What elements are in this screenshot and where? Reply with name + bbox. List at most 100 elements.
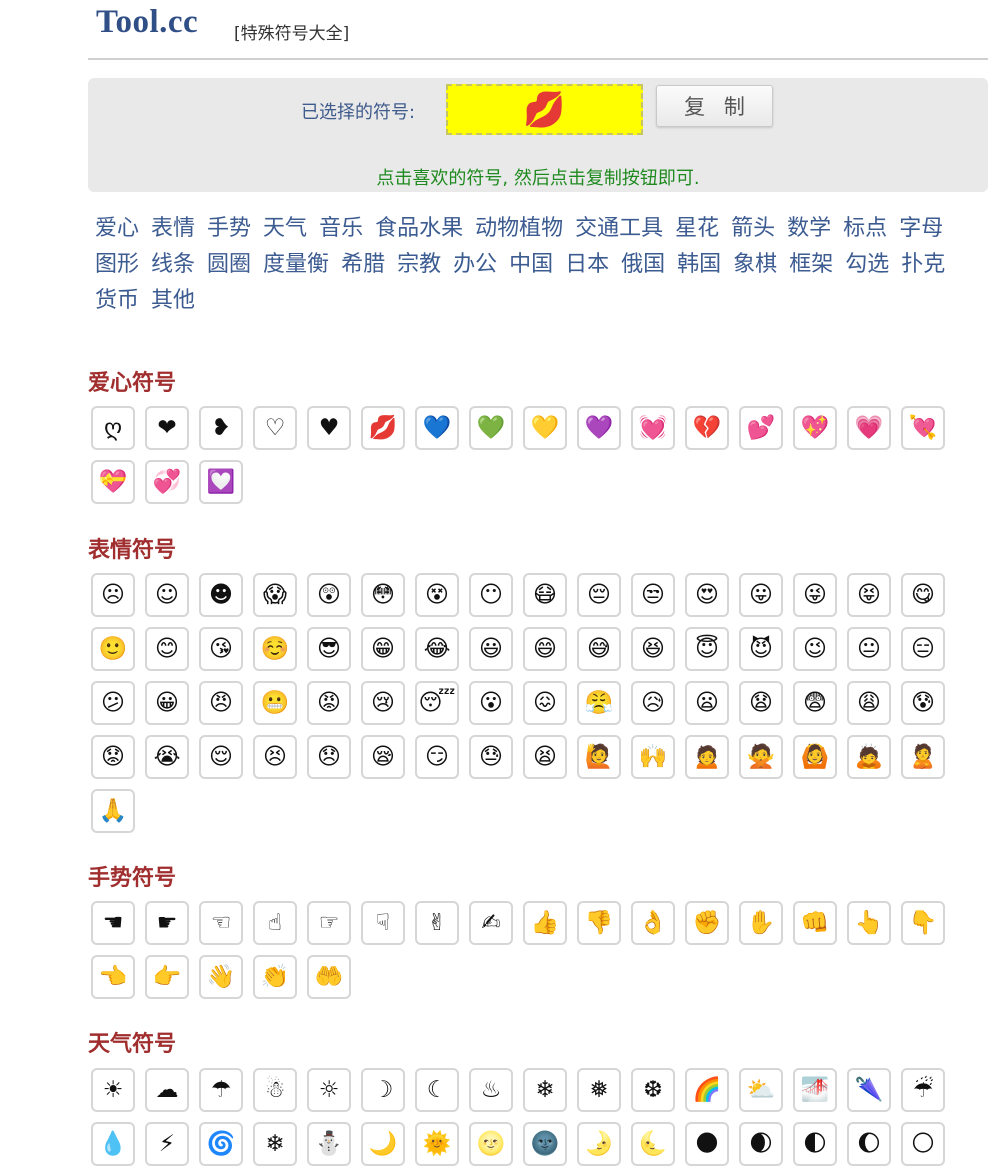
symbol-button[interactable]: ❄ (523, 1068, 567, 1112)
category-link[interactable]: 框架 (789, 247, 833, 283)
category-link[interactable]: 日本 (565, 247, 609, 283)
symbol-button[interactable]: 🌙 (361, 1122, 405, 1166)
symbol-button[interactable]: ☟ (361, 901, 405, 945)
symbol-button[interactable]: 🙇 (847, 735, 891, 779)
category-link[interactable]: 数学 (787, 211, 831, 247)
symbol-button[interactable]: 😔 (577, 573, 621, 617)
symbol-button[interactable]: 🌚 (523, 1122, 567, 1166)
symbol-button[interactable]: 😨 (793, 681, 837, 725)
symbol-button[interactable]: 😞 (307, 735, 351, 779)
symbol-button[interactable]: 👈 (91, 955, 135, 999)
category-link[interactable]: 象棋 (733, 247, 777, 283)
symbol-button[interactable]: 🌒 (739, 1122, 783, 1166)
symbol-button[interactable]: 🌈 (685, 1068, 729, 1112)
symbol-button[interactable]: 👆 (847, 901, 891, 945)
symbol-button[interactable]: 💖 (793, 406, 837, 450)
symbol-button[interactable]: 😆 (631, 627, 675, 671)
symbol-button[interactable]: ♥ (307, 406, 351, 450)
symbol-button[interactable]: 🌂 (847, 1068, 891, 1112)
category-link[interactable]: 宗教 (397, 247, 441, 283)
symbol-button[interactable]: ☀ (91, 1068, 135, 1112)
symbol-button[interactable]: ❆ (631, 1068, 675, 1112)
symbol-button[interactable]: ☼ (307, 1068, 351, 1112)
symbol-button[interactable]: ♡ (253, 406, 297, 450)
category-link[interactable]: 其他 (151, 283, 195, 319)
symbol-button[interactable]: 😜 (793, 573, 837, 617)
symbol-button[interactable]: 🌁 (793, 1068, 837, 1112)
symbol-button[interactable]: 😐 (847, 627, 891, 671)
symbol-button[interactable]: 👇 (901, 901, 945, 945)
symbol-button[interactable]: 😁 (361, 627, 405, 671)
symbol-button[interactable]: 😑 (901, 627, 945, 671)
symbol-button[interactable]: 😊 (145, 627, 189, 671)
symbol-button[interactable]: ☾ (415, 1068, 459, 1112)
symbol-button[interactable]: ✊ (685, 901, 729, 945)
symbol-button[interactable]: ☞ (307, 901, 351, 945)
symbol-button[interactable]: ☔ (901, 1068, 945, 1112)
symbol-button[interactable]: 😫 (523, 735, 567, 779)
symbol-button[interactable]: 😣 (253, 735, 297, 779)
symbol-button[interactable]: 🙎 (901, 735, 945, 779)
symbol-button[interactable]: 😖 (523, 681, 567, 725)
category-link[interactable]: 动物植物 (475, 211, 563, 247)
symbol-button[interactable]: 😕 (91, 681, 135, 725)
symbol-button[interactable]: 👋 (199, 955, 243, 999)
symbol-button[interactable]: 💘 (901, 406, 945, 450)
symbol-button[interactable]: 🌑 (685, 1122, 729, 1166)
category-link[interactable]: 希腊 (341, 247, 385, 283)
symbol-button[interactable]: 😎 (307, 627, 351, 671)
site-logo[interactable]: Tool.cc (96, 4, 198, 41)
symbol-button[interactable]: 😭 (145, 735, 189, 779)
symbol-button[interactable]: 🌛 (577, 1122, 621, 1166)
symbol-button[interactable]: ☻ (199, 573, 243, 617)
symbol-button[interactable]: ☝ (253, 901, 297, 945)
symbol-button[interactable]: ⛄ (307, 1122, 351, 1166)
category-link[interactable]: 办公 (453, 247, 497, 283)
symbol-button[interactable]: 🌕 (901, 1122, 945, 1166)
symbol-button[interactable]: 💔 (685, 406, 729, 450)
symbol-button[interactable]: 😉 (793, 627, 837, 671)
symbol-button[interactable]: 🙂 (91, 627, 135, 671)
symbol-button[interactable]: 😮 (469, 681, 513, 725)
symbol-button[interactable]: ☂ (199, 1068, 243, 1112)
symbol-button[interactable]: 😡 (307, 681, 351, 725)
symbol-button[interactable]: 😋 (901, 573, 945, 617)
category-link[interactable]: 圆圈 (207, 247, 251, 283)
category-link[interactable]: 勾选 (845, 247, 889, 283)
symbol-button[interactable]: 😓 (469, 735, 513, 779)
symbol-button[interactable]: 😅 (577, 627, 621, 671)
category-link[interactable]: 手势 (207, 211, 251, 247)
symbol-button[interactable]: ☃ (253, 1068, 297, 1112)
symbol-button[interactable]: 🙋 (577, 735, 621, 779)
symbol-button[interactable]: 😟 (91, 735, 135, 779)
symbol-button[interactable]: 😳 (361, 573, 405, 617)
symbol-button[interactable]: ☺️ (253, 627, 297, 671)
symbol-button[interactable]: ღ (91, 406, 135, 450)
category-link[interactable]: 度量衡 (263, 247, 329, 283)
symbol-button[interactable]: 💙 (415, 406, 459, 450)
symbol-button[interactable]: ☚ (91, 901, 135, 945)
category-link[interactable]: 线条 (151, 247, 195, 283)
symbol-button[interactable]: ☺ (145, 573, 189, 617)
category-link[interactable]: 爱心 (95, 211, 139, 247)
symbol-button[interactable]: ⚡ (145, 1122, 189, 1166)
symbol-button[interactable]: 😇 (685, 627, 729, 671)
symbol-button[interactable]: 💟 (199, 460, 243, 504)
symbol-button[interactable]: 😝 (847, 573, 891, 617)
copy-button[interactable]: 复 制 (656, 85, 773, 127)
symbol-button[interactable]: 🌝 (469, 1122, 513, 1166)
symbol-button[interactable]: 😈 (739, 627, 783, 671)
category-link[interactable]: 交通工具 (575, 211, 663, 247)
symbol-button[interactable]: 😷 (523, 573, 567, 617)
symbol-button[interactable]: 💚 (469, 406, 513, 450)
symbol-button[interactable]: 👌 (631, 901, 675, 945)
symbol-button[interactable]: ☁ (145, 1068, 189, 1112)
symbol-button[interactable]: 🙏 (91, 789, 135, 833)
symbol-button[interactable]: 😏 (415, 735, 459, 779)
symbol-button[interactable]: 💓 (631, 406, 675, 450)
category-link[interactable]: 箭头 (731, 211, 775, 247)
category-link[interactable]: 俄国 (621, 247, 665, 283)
category-link[interactable]: 天气 (263, 211, 307, 247)
symbol-button[interactable]: 🌜 (631, 1122, 675, 1166)
symbol-button[interactable]: 😲 (307, 573, 351, 617)
